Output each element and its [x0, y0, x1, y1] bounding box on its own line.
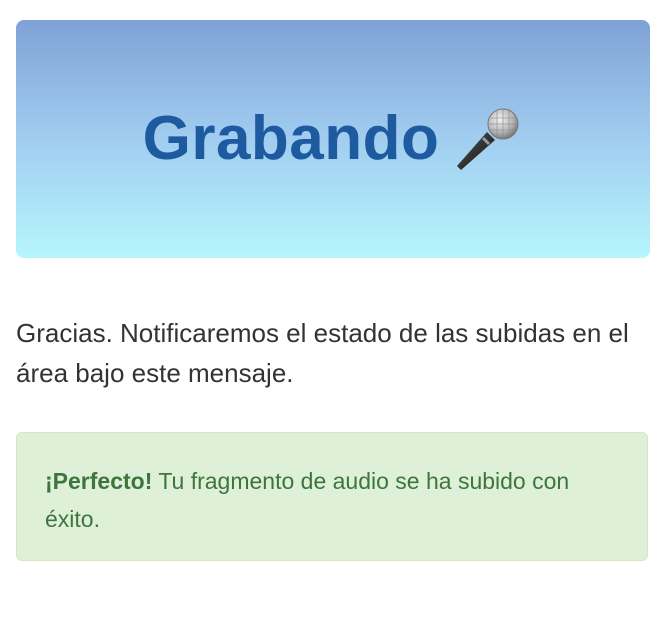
success-alert: ¡Perfecto! Tu fragmento de audio se ha s… — [16, 432, 648, 561]
microphone-icon — [453, 104, 523, 174]
alert-strong: ¡Perfecto! — [45, 468, 153, 494]
upload-status-message: Gracias. Notificaremos el estado de las … — [16, 318, 629, 388]
page: Grabando Gracias. Notificaremos el estad… — [0, 0, 666, 620]
banner-title: Grabando — [142, 104, 440, 173]
recording-banner: Grabando — [16, 20, 650, 258]
banner-title-group: Grabando — [143, 104, 524, 174]
